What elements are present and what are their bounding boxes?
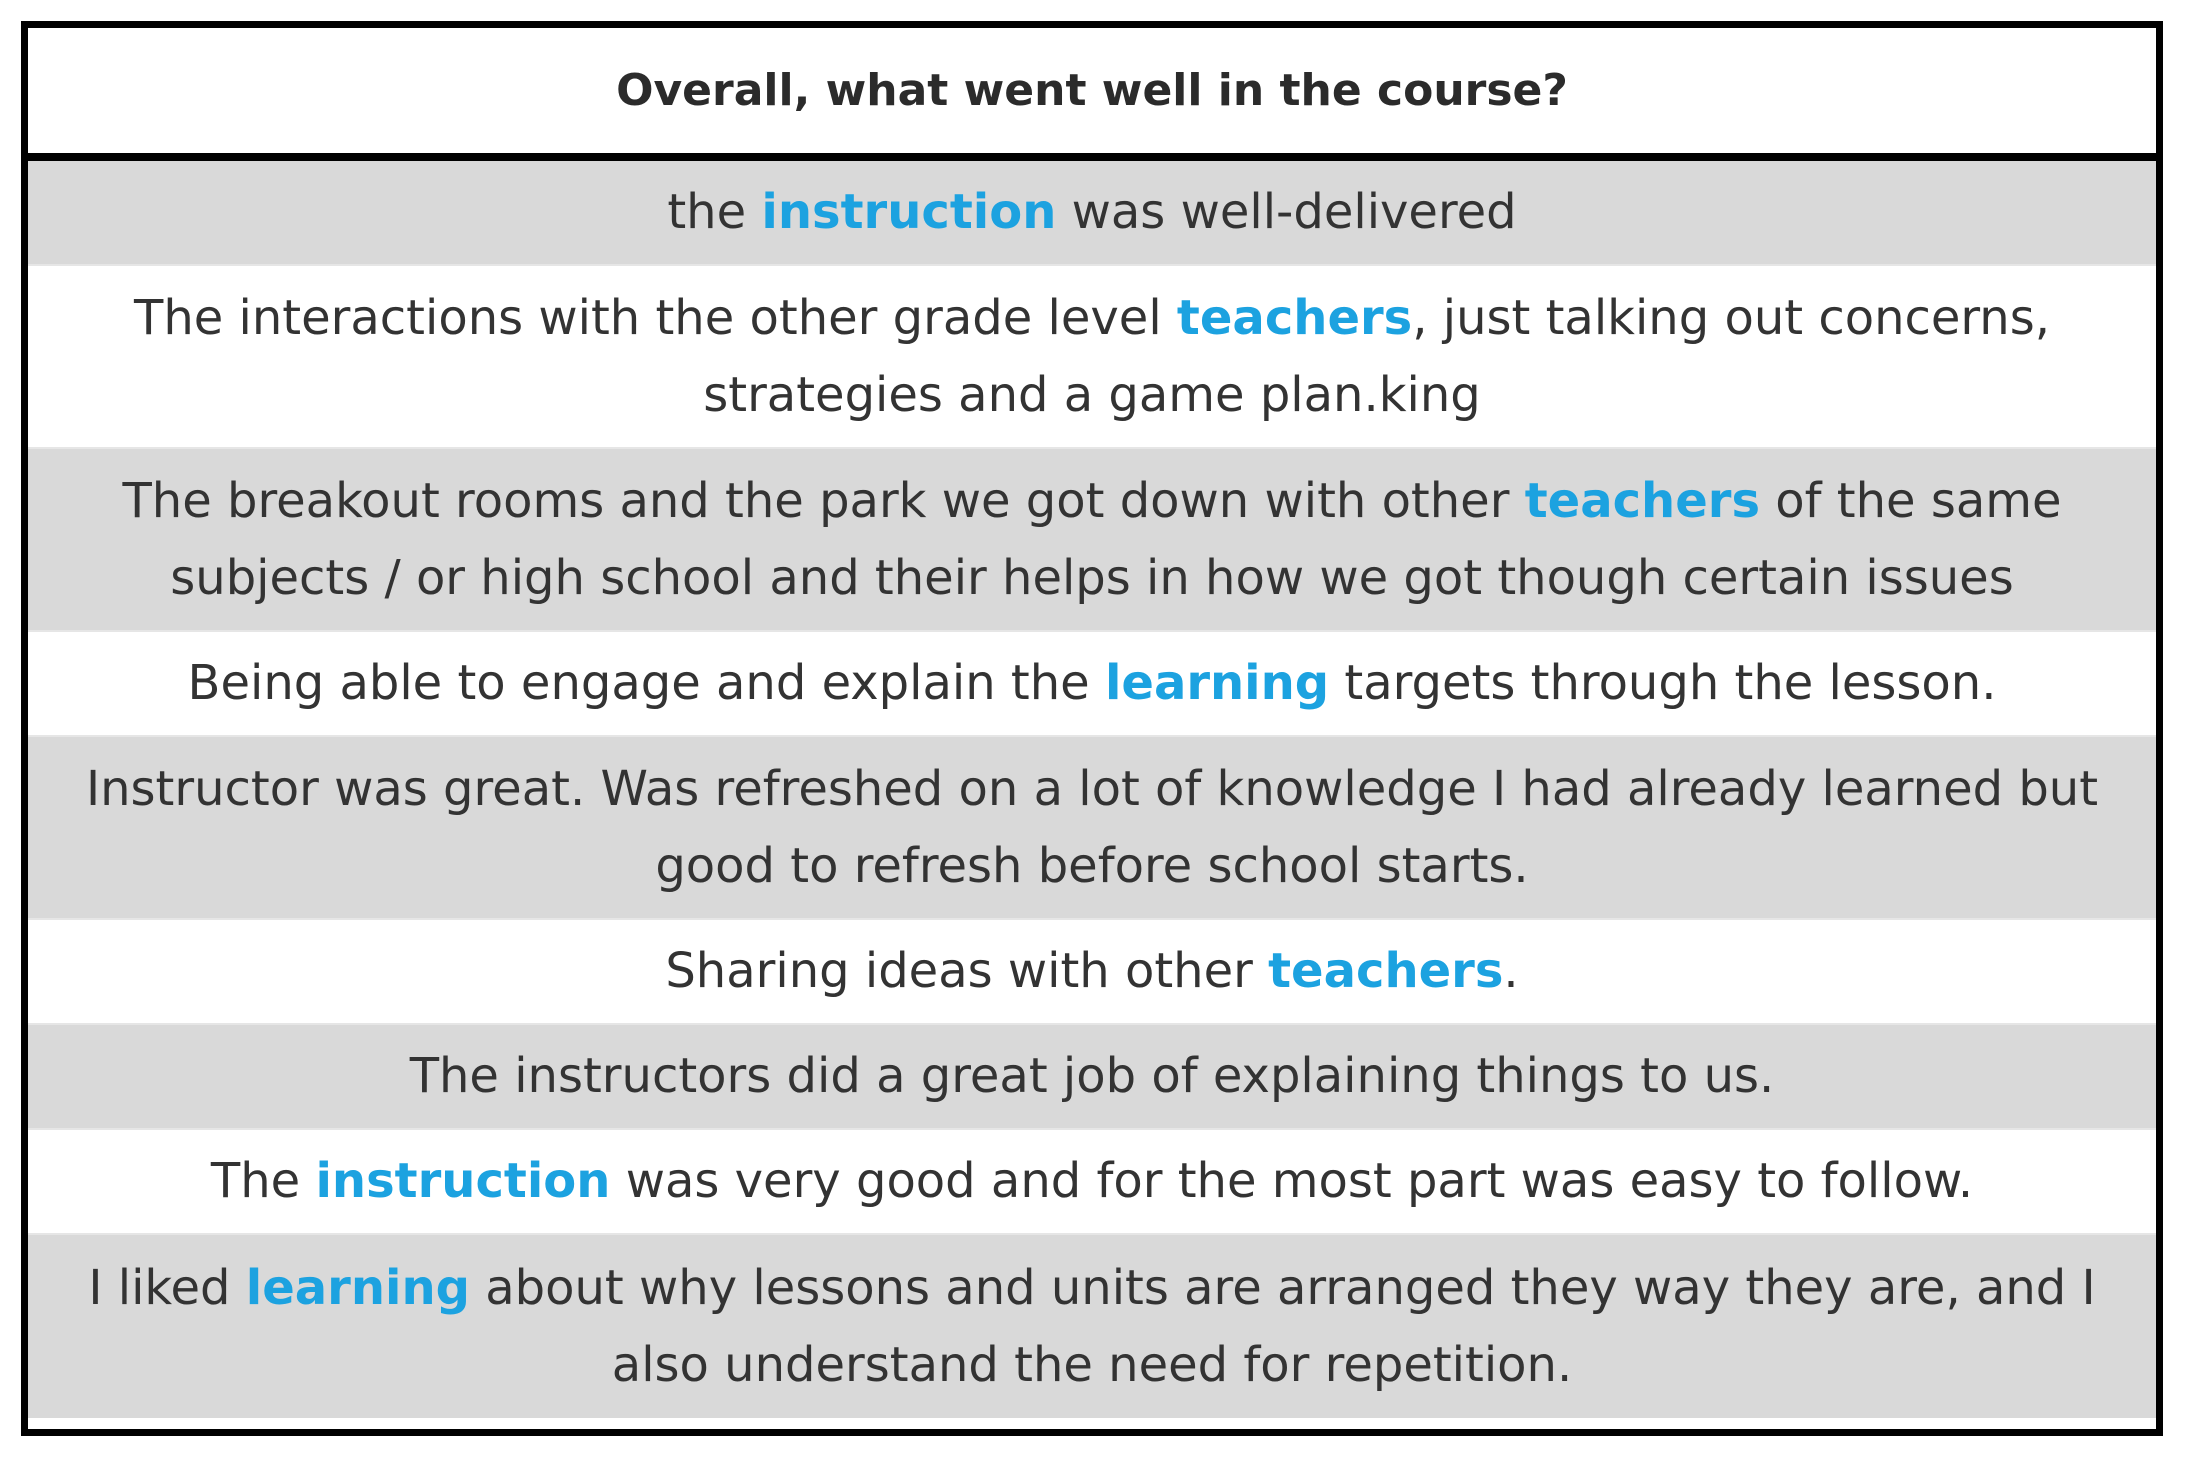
response-segment: The breakout rooms and the park we got d… <box>122 472 1525 529</box>
response-text: Being able to engage and explain the lea… <box>188 645 1997 722</box>
response-segment: I liked <box>88 1259 246 1316</box>
response-text: Sharing ideas with other teachers. <box>665 933 1518 1010</box>
response-segment: was well-delivered <box>1056 184 1517 240</box>
response-segment: about why lessons and units are arranged… <box>470 1259 2096 1393</box>
response-segment: was very good and for the most part was … <box>610 1153 1974 1209</box>
response-text: the instruction was well-delivered <box>667 174 1516 251</box>
highlighted-keyword: instruction <box>315 1153 611 1209</box>
highlighted-keyword: teachers <box>1176 289 1413 346</box>
response-segment: Being able to engage and explain the <box>187 655 1105 711</box>
response-row: the instruction was well-delivered <box>28 161 2156 266</box>
response-segment: . <box>1503 943 1519 999</box>
response-segment: The interactions with the other grade le… <box>134 289 1177 346</box>
question-title: Overall, what went well in the course? <box>616 65 1568 116</box>
response-row: I liked learning about why lessons and u… <box>28 1235 2156 1418</box>
response-text: I liked learning about why lessons and u… <box>46 1250 2138 1404</box>
response-row: The interactions with the other grade le… <box>28 266 2156 449</box>
highlighted-keyword: learning <box>1104 655 1330 711</box>
response-row: Being able to engage and explain the lea… <box>28 632 2156 737</box>
response-text: The breakout rooms and the park we got d… <box>46 463 2138 617</box>
response-segment: targets through the lesson. <box>1329 655 1997 711</box>
response-row: Sharing ideas with other teachers. <box>28 920 2156 1025</box>
response-rows: the instruction was well-delivered The i… <box>28 161 2156 1429</box>
highlighted-keyword: teachers <box>1268 943 1504 999</box>
highlighted-keyword: teachers <box>1524 472 1761 529</box>
response-segment: The instructors did a great job of expla… <box>409 1048 1775 1104</box>
response-text: The interactions with the other grade le… <box>46 280 2138 434</box>
highlighted-keyword: learning <box>245 1259 470 1316</box>
response-text: The instructors did a great job of expla… <box>410 1038 1775 1115</box>
table-header: Overall, what went well in the course? <box>28 28 2156 161</box>
response-segment: the <box>667 184 762 240</box>
response-row: Instructor was great. Was refreshed on a… <box>28 737 2156 920</box>
response-row: The instructors did a great job of expla… <box>28 1025 2156 1130</box>
response-segment: Sharing ideas with other <box>665 943 1269 999</box>
feedback-table: Overall, what went well in the course? t… <box>21 21 2163 1436</box>
response-row: The breakout rooms and the park we got d… <box>28 449 2156 632</box>
response-text: Instructor was great. Was refreshed on a… <box>46 751 2138 905</box>
highlighted-keyword: instruction <box>761 184 1057 240</box>
response-text: The instruction was very good and for th… <box>211 1143 1973 1220</box>
response-row: The instruction was very good and for th… <box>28 1130 2156 1235</box>
response-segment: The <box>210 1153 316 1209</box>
response-segment: Instructor was great. Was refreshed on a… <box>85 760 2099 894</box>
